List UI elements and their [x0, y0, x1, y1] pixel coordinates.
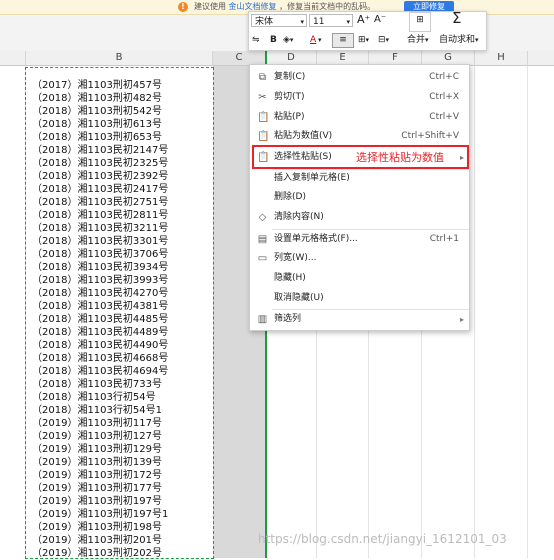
context-menu: ⧉ 复制(C) Ctrl+C ✂ 剪切(T) Ctrl+X 📋 粘贴(P) Ctrl+V 📋…	[249, 64, 470, 331]
cell-b[interactable]: （2019）湘1103刑初177号	[32, 482, 162, 495]
menu-item-unhide[interactable]: 取消隐藏(U)	[250, 289, 469, 308]
cell-b[interactable]: （2019）湘1103刑初117号	[32, 417, 162, 430]
menu-item-clear-contents[interactable]: ◇ 清除内容(N)	[250, 208, 469, 227]
paste-icon: 📋	[257, 112, 270, 123]
bold-button[interactable]: B	[270, 33, 277, 47]
column-width-icon: ▭	[257, 253, 268, 264]
cell-b[interactable]: （2018）湘1103民初4485号	[32, 313, 168, 326]
chevron-down-icon: ▾	[346, 18, 350, 26]
column-header-next[interactable]	[528, 51, 554, 66]
font-size-select[interactable]: 11 ▾	[309, 14, 353, 27]
cell-b[interactable]: （2018）湘1103民初3934号	[32, 261, 168, 274]
cell-b[interactable]: （2018）湘1103民初2751号	[32, 196, 168, 209]
cell-b[interactable]: （2018）湘1103民初2147号	[32, 144, 168, 157]
menu-item-column-width[interactable]: ▭ 列宽(W)...	[250, 249, 469, 268]
menu-item-filter-column[interactable]: ▥ 筛选列 ▸	[250, 310, 469, 329]
cell-b[interactable]: （2019）湘1103刑初201号	[32, 534, 162, 547]
cell-b[interactable]: （2018）湘1103民初3706号	[32, 248, 168, 261]
cell-b[interactable]: （2018）湘1103民初3211号	[32, 222, 168, 235]
grow-font-button[interactable]: A⁺	[357, 13, 370, 27]
menu-item-paste[interactable]: 📋 粘贴(P) Ctrl+V	[250, 108, 469, 127]
menu-item-format-cells[interactable]: ▤ 设置单元格格式(F)... Ctrl+1	[250, 230, 469, 249]
cell-b[interactable]: （2018）湘1103民初3301号	[32, 235, 168, 248]
cell-b[interactable]: （2019）湘1103刑初139号	[32, 456, 162, 469]
cell-b[interactable]: （2018）湘1103民初2811号	[32, 209, 168, 222]
repair-link[interactable]: 金山文档修复	[229, 2, 277, 11]
watermark: https://blog.csdn.net/jiangyi_1612101_03	[258, 532, 507, 546]
copy-icon: ⧉	[258, 72, 267, 83]
warning-icon: !	[178, 2, 188, 12]
gridline	[474, 66, 475, 558]
cell-b[interactable]: （2018）湘1103刑初542号	[32, 105, 162, 118]
gridline	[527, 66, 528, 558]
font-color-button[interactable]: A	[310, 33, 316, 47]
column-header-b[interactable]: B	[26, 51, 213, 66]
format-icon[interactable]: ⊟▾	[378, 33, 389, 47]
cell-b[interactable]: （2019）湘1103刑初127号	[32, 430, 162, 443]
cell-b[interactable]: （2018）湘1103刑初482号	[32, 92, 162, 105]
cell-b[interactable]: （2019）湘1103刑初129号	[32, 443, 162, 456]
annotation-text: 选择性粘贴为数值	[356, 151, 444, 164]
cell-b[interactable]: （2018）湘1103行初54号1	[32, 404, 162, 417]
format-cells-icon: ▤	[257, 234, 268, 245]
cell-b[interactable]: （2018）湘1103民初2325号	[32, 157, 168, 170]
cell-b[interactable]: （2018）湘1103民初2392号	[32, 170, 168, 183]
merge-button[interactable]: 合并▾	[407, 33, 429, 47]
cell-b[interactable]: （2019）湘1103刑初202号	[32, 547, 162, 560]
corner-header[interactable]	[0, 51, 26, 66]
cell-b[interactable]: （2018）湘1103民初3993号	[32, 274, 168, 287]
cell-b[interactable]: （2018）湘1103民初4381号	[32, 300, 168, 313]
mini-toolbar: 宋体 ▾ 11 ▾ A⁺ A⁻ ⊞ Σ ⇋ B ◈▾ A ▾ ≡ ⊞▾ ⊟▾ 合并▾…	[248, 11, 487, 51]
menu-item-cut[interactable]: ✂ 剪切(T) Ctrl+X	[250, 88, 469, 107]
menu-item-hide[interactable]: 隐藏(H)	[250, 269, 469, 288]
cell-b[interactable]: （2018）湘1103民初4668号	[32, 352, 168, 365]
clear-icon: ◇	[258, 212, 267, 223]
menu-item-copy[interactable]: ⧉ 复制(C) Ctrl+C	[250, 68, 469, 87]
cell-b[interactable]: （2018）湘1103刑初653号	[32, 131, 162, 144]
fill-color-icon[interactable]: ◈▾	[283, 33, 293, 47]
cell-b[interactable]: （2018）湘1103民初4489号	[32, 326, 168, 339]
cell-b[interactable]: （2019）湘1103刑初172号	[32, 469, 162, 482]
chevron-down-icon[interactable]: ▾	[318, 33, 322, 47]
cell-b[interactable]: （2019）湘1103刑初198号	[32, 521, 162, 534]
font-name-select[interactable]: 宋体 ▾	[251, 14, 307, 27]
chevron-right-icon: ▸	[459, 315, 464, 324]
merge-icon[interactable]: ⊞	[409, 12, 431, 32]
menu-item-delete[interactable]: 删除(D)	[250, 188, 469, 207]
shrink-font-button[interactable]: A⁻	[374, 13, 386, 27]
paste-values-icon: 📋	[257, 131, 270, 142]
autosum-button[interactable]: 自动求和▾	[439, 33, 479, 47]
cell-b[interactable]: （2018）湘1103刑初613号	[32, 118, 162, 131]
cell-b[interactable]: （2019）湘1103刑初197号	[32, 495, 162, 508]
border-icon[interactable]: ⊞▾	[358, 33, 369, 47]
cell-b[interactable]: （2018）湘1103民初2417号	[32, 183, 168, 196]
cell-b[interactable]: （2018）湘1103民初4490号	[32, 339, 168, 352]
cell-b[interactable]: （2018）湘1103民初733号	[32, 378, 162, 391]
cell-b[interactable]: （2019）湘1103刑初197号1	[32, 508, 168, 521]
cell-b[interactable]: （2017）湘1103刑初457号	[32, 79, 162, 92]
align-icon[interactable]: ≡	[332, 33, 354, 48]
wrap-icon[interactable]: ⇋	[252, 33, 260, 47]
sigma-icon[interactable]: Σ	[452, 11, 461, 26]
menu-item-paste-values[interactable]: 📋 粘贴为数值(V) Ctrl+Shift+V	[250, 127, 469, 146]
cut-icon: ✂	[258, 92, 267, 103]
cell-b[interactable]: （2018）湘1103行初54号	[32, 391, 156, 404]
column-header-h[interactable]: H	[475, 51, 528, 66]
cell-b[interactable]: （2018）湘1103民初4270号	[32, 287, 168, 300]
cell-b[interactable]: （2018）湘1103民初4694号	[32, 365, 168, 378]
menu-item-insert-copied-cells[interactable]: 插入复制单元格(E)	[250, 169, 469, 188]
filter-icon: ▥	[257, 314, 268, 325]
chevron-down-icon: ▾	[300, 18, 304, 26]
